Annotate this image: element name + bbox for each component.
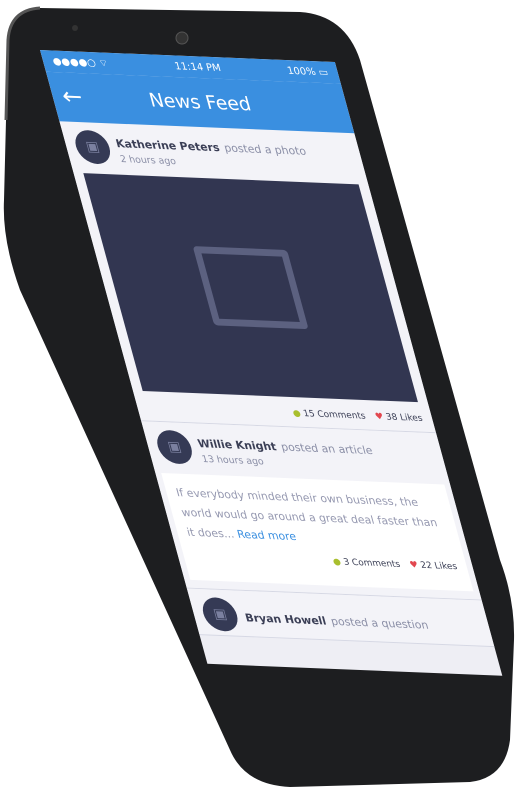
camera-icon	[175, 31, 189, 45]
avatar[interactable]: ▣	[71, 129, 115, 165]
heart-icon: ♥	[408, 560, 420, 571]
comments-button[interactable]: ● 15 Comments	[292, 409, 367, 422]
post-action: posted a photo	[222, 141, 308, 158]
author-name[interactable]: Katherine Peters	[114, 137, 221, 154]
article-excerpt: If everybody minded their own business, …	[161, 472, 474, 592]
feed-post: ▣ Willie Knight posted an article 13 hou…	[141, 421, 482, 601]
signal-icon: ●●●●○ ⌔	[51, 55, 110, 69]
author-name[interactable]: Bryan Howell	[244, 611, 328, 627]
comment-icon: ●	[291, 408, 303, 419]
comments-button[interactable]: ● 3 Comments	[331, 552, 403, 575]
post-photo[interactable]	[83, 173, 418, 403]
battery-status: 100% ▭	[286, 65, 330, 78]
post-action: posted a question	[329, 614, 430, 632]
post-action: posted an article	[279, 440, 374, 457]
likes-button[interactable]: ♥ 22 Likes	[407, 555, 459, 577]
page-title: News Feed	[146, 89, 254, 116]
author-name[interactable]: Willie Knight	[196, 437, 278, 453]
status-time: 11:14 PM	[173, 60, 223, 74]
read-more-link[interactable]: Read more	[236, 528, 298, 543]
likes-button[interactable]: ♥ 38 Likes	[374, 412, 424, 424]
avatar[interactable]: ▣	[198, 596, 242, 632]
avatar[interactable]: ▣	[153, 429, 196, 465]
heart-icon: ♥	[374, 412, 385, 423]
comment-icon: ●	[331, 557, 343, 568]
arrow-left-icon[interactable]: ←	[58, 82, 85, 111]
image-placeholder-icon	[192, 246, 309, 330]
